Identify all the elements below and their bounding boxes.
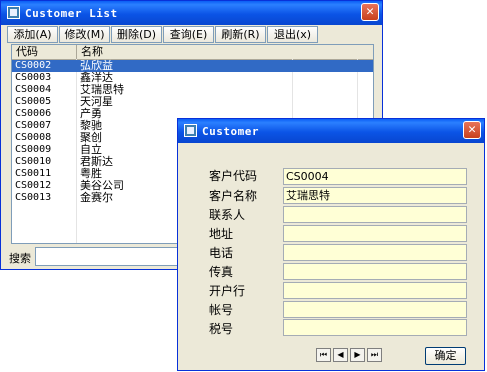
field-input[interactable] [283, 206, 467, 223]
row-code: CS0003 [15, 72, 52, 83]
row-code: CS0010 [15, 156, 52, 167]
search-label: 搜索 [9, 252, 31, 265]
customer-detail-window: Customer ✕ 客户代码 CS0004 客户名称 艾瑞思特联系人地址电话传真开户… [177, 118, 485, 371]
field-input[interactable] [283, 244, 467, 261]
row-code: CS0013 [15, 192, 52, 203]
customer-titlebar[interactable]: Customer ✕ [178, 119, 484, 143]
field-label: 开户行 [209, 284, 246, 298]
table-row[interactable]: CS0003 鑫洋达 [12, 72, 373, 84]
table-row[interactable]: CS0002 弘欣益 [12, 60, 373, 72]
row-code: CS0012 [15, 180, 52, 191]
exit-button[interactable]: 退出(x) [267, 26, 318, 43]
field-input[interactable]: CS0004 [283, 168, 467, 185]
prev-record-icon[interactable]: ◀ [333, 348, 348, 362]
field-label: 地址 [209, 227, 234, 241]
customer-list-titlebar[interactable]: Customer List ✕ [1, 1, 382, 25]
field-label: 传真 [209, 265, 234, 279]
grid-header: 代码 名称 [12, 45, 373, 60]
field-label: 电话 [209, 246, 234, 260]
field-input[interactable] [283, 263, 467, 280]
toolbar: 添加(A) 修改(M) 删除(D) 查询(E) 刷新(R) 退出(x) [7, 26, 379, 43]
row-code: CS0008 [15, 132, 52, 143]
column-header-code[interactable]: 代码 [12, 45, 77, 59]
field-input[interactable] [283, 319, 467, 336]
ok-button[interactable]: 确定 [425, 347, 466, 365]
table-row[interactable]: CS0005 天河星 [12, 96, 373, 108]
window-title: Customer List [25, 7, 118, 20]
table-row[interactable]: CS0004 艾瑞思特 [12, 84, 373, 96]
app-icon [184, 124, 197, 137]
app-icon [7, 6, 20, 19]
column-header-name[interactable]: 名称 [77, 45, 373, 59]
add-button[interactable]: 添加(A) [7, 26, 58, 43]
query-button[interactable]: 查询(E) [163, 26, 214, 43]
row-code: CS0006 [15, 108, 52, 119]
field-label: 客户代码 [209, 169, 258, 183]
field-label: 客户名称 [209, 189, 258, 203]
field-input[interactable] [283, 301, 467, 318]
last-record-icon[interactable]: ⏭ [367, 348, 382, 362]
row-code: CS0011 [15, 168, 52, 179]
row-code: CS0007 [15, 120, 52, 131]
field-label: 税号 [209, 322, 234, 336]
delete-button[interactable]: 删除(D) [111, 26, 162, 43]
next-record-icon[interactable]: ▶ [350, 348, 365, 362]
window-title: Customer [202, 125, 259, 138]
row-code: CS0002 [15, 60, 52, 71]
row-name: 金赛尔 [80, 191, 113, 204]
close-icon[interactable]: ✕ [361, 3, 379, 21]
row-code: CS0005 [15, 96, 52, 107]
modify-button[interactable]: 修改(M) [59, 26, 110, 43]
field-label: 联系人 [209, 208, 246, 222]
row-code: CS0004 [15, 84, 52, 95]
row-code: CS0009 [15, 144, 52, 155]
refresh-button[interactable]: 刷新(R) [215, 26, 266, 43]
field-input[interactable]: 艾瑞思特 [283, 187, 467, 204]
close-icon[interactable]: ✕ [463, 121, 481, 139]
field-label: 帐号 [209, 303, 234, 317]
field-input[interactable] [283, 282, 467, 299]
first-record-icon[interactable]: ⏮ [316, 348, 331, 362]
field-input[interactable] [283, 225, 467, 242]
